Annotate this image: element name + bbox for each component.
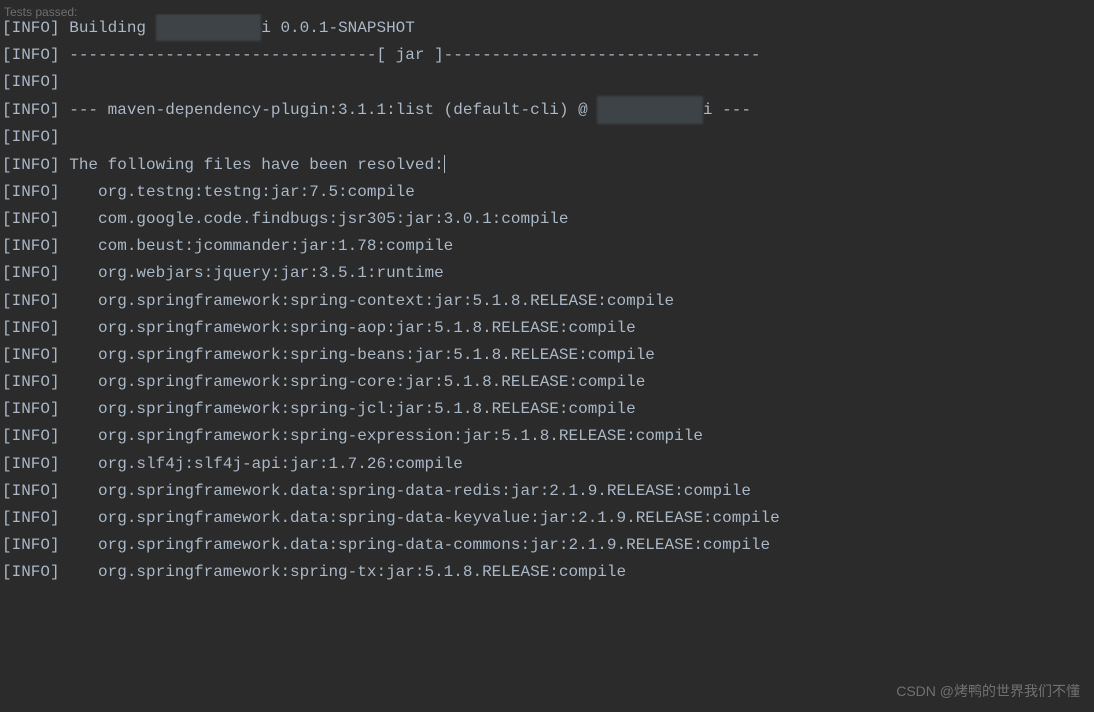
console-line: [INFO] org.springframework.data:spring-d… bbox=[2, 532, 1092, 559]
console-line: [INFO] com.beust:jcommander:jar:1.78:com… bbox=[2, 233, 1092, 260]
console-line: [INFO] Building xxxxxxxxxxxi 0.0.1-SNAPS… bbox=[2, 14, 1092, 42]
console-line: [INFO] org.slf4j:slf4j-api:jar:1.7.26:co… bbox=[2, 451, 1092, 478]
console-line: [INFO] The following files have been res… bbox=[2, 152, 1092, 179]
console-line: [INFO] com.google.code.findbugs:jsr305:j… bbox=[2, 206, 1092, 233]
line-text-before: [INFO] --- maven-dependency-plugin:3.1.1… bbox=[2, 101, 597, 119]
console-line: [INFO] org.springframework:spring-contex… bbox=[2, 288, 1092, 315]
console-line: [INFO] org.springframework:spring-beans:… bbox=[2, 342, 1092, 369]
console-output[interactable]: [INFO] Building xxxxxxxxxxxi 0.0.1-SNAPS… bbox=[0, 14, 1094, 587]
line-text-after: i --- bbox=[703, 101, 751, 119]
console-line: [INFO] --------------------------------[… bbox=[2, 42, 1092, 69]
redacted-text: xxxxxxxxxxx bbox=[597, 96, 703, 123]
line-text-after: i 0.0.1-SNAPSHOT bbox=[261, 19, 415, 37]
line-text-before: [INFO] Building bbox=[2, 19, 156, 37]
console-line: [INFO] org.springframework:spring-tx:jar… bbox=[2, 559, 1092, 586]
redacted-text: xxxxxxxxxxx bbox=[156, 14, 262, 41]
console-line: [INFO] org.springframework:spring-aop:ja… bbox=[2, 315, 1092, 342]
console-line: [INFO] bbox=[2, 124, 1092, 151]
console-line: [INFO] org.springframework:spring-jcl:ja… bbox=[2, 396, 1092, 423]
console-line: [INFO] org.springframework:spring-core:j… bbox=[2, 369, 1092, 396]
console-line: [INFO] org.springframework.data:spring-d… bbox=[2, 505, 1092, 532]
console-line: [INFO] bbox=[2, 69, 1092, 96]
console-line: [INFO] org.springframework.data:spring-d… bbox=[2, 478, 1092, 505]
text-cursor bbox=[444, 155, 445, 173]
console-line: [INFO] org.springframework:spring-expres… bbox=[2, 423, 1092, 450]
console-line: [INFO] --- maven-dependency-plugin:3.1.1… bbox=[2, 96, 1092, 124]
watermark-text: CSDN @烤鸭的世界我们不懂 bbox=[896, 680, 1080, 704]
console-line: [INFO] org.testng:testng:jar:7.5:compile bbox=[2, 179, 1092, 206]
test-status-bar: Tests passed: bbox=[0, 0, 1094, 14]
console-line: [INFO] org.webjars:jquery:jar:3.5.1:runt… bbox=[2, 260, 1092, 287]
